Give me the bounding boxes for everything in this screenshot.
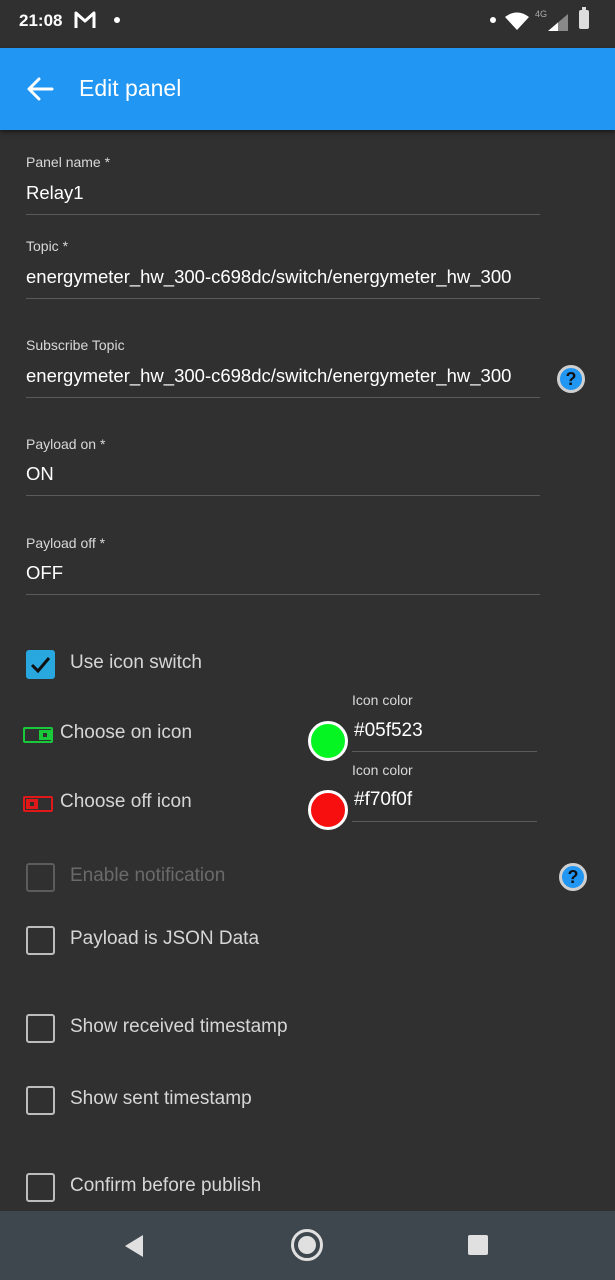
panel-name-field[interactable]: Panel name * Relay1 [26, 150, 540, 215]
subscribe-topic-value[interactable]: energymeter_hw_300-c698dc/switch/energym… [26, 365, 538, 387]
payload-on-field[interactable]: Payload on * ON [26, 432, 540, 496]
show-sent-timestamp-label: Show sent timestamp [70, 1088, 252, 1109]
recents-square-icon[interactable] [467, 1234, 489, 1256]
subscribe-topic-field[interactable]: Subscribe Topic energymeter_hw_300-c698d… [26, 333, 540, 398]
app-bar: Edit panel [0, 48, 615, 130]
payload-off-field[interactable]: Payload off * OFF [26, 531, 540, 595]
page-title: Edit panel [79, 75, 182, 101]
use-icon-switch-label: Use icon switch [70, 652, 202, 673]
switch-off-icon [23, 796, 53, 812]
choose-on-icon-label[interactable]: Choose on icon [60, 722, 192, 744]
payload-off-label: Payload off * [26, 535, 106, 551]
on-icon-color-field[interactable]: Icon color #05f523 [352, 690, 537, 752]
notification-help-icon[interactable]: ? [559, 863, 587, 891]
payload-off-value[interactable]: OFF [26, 562, 538, 584]
payload-on-value[interactable]: ON [26, 463, 538, 485]
choose-off-icon-label[interactable]: Choose off icon [60, 791, 192, 813]
network-type-label: 4G [535, 9, 548, 19]
signal-icon [548, 14, 568, 31]
on-icon-color-value[interactable]: #05f523 [354, 720, 423, 742]
wifi-icon [505, 12, 529, 30]
status-time: 21:08 [19, 11, 63, 30]
topic-field[interactable]: Topic * energymeter_hw_300-c698dc/switch… [26, 234, 540, 299]
system-nav-bar [0, 1211, 615, 1280]
status-bar: 21:08 4G [0, 0, 615, 48]
battery-icon [579, 10, 589, 29]
confirm-before-publish-label: Confirm before publish [70, 1175, 262, 1196]
back-triangle-icon[interactable] [123, 1234, 145, 1258]
confirm-before-publish-checkbox[interactable] [26, 1173, 55, 1202]
use-icon-switch-checkbox[interactable] [26, 650, 55, 679]
notification-dot-icon [114, 17, 120, 23]
on-color-swatch[interactable] [308, 721, 348, 761]
notification-dot-icon [490, 17, 496, 23]
enable-notification-checkbox[interactable] [26, 863, 55, 892]
switch-on-icon [23, 727, 53, 743]
panel-name-value[interactable]: Relay1 [26, 182, 538, 204]
show-received-timestamp-checkbox[interactable] [26, 1014, 55, 1043]
topic-label: Topic * [26, 238, 69, 254]
enable-notification-label: Enable notification [70, 865, 226, 886]
gmail-icon [74, 11, 96, 28]
payload-on-label: Payload on * [26, 436, 106, 452]
arrow-left-icon[interactable] [26, 76, 54, 102]
topic-value[interactable]: energymeter_hw_300-c698dc/switch/energym… [26, 266, 538, 288]
subscribe-topic-help-icon[interactable]: ? [557, 365, 585, 393]
panel-name-label: Panel name * [26, 154, 111, 170]
show-sent-timestamp-checkbox[interactable] [26, 1086, 55, 1115]
checkmark-icon [30, 657, 51, 674]
off-icon-color-label: Icon color [352, 762, 413, 778]
payload-json-checkbox[interactable] [26, 926, 55, 955]
on-icon-color-label: Icon color [352, 692, 413, 708]
payload-json-label: Payload is JSON Data [70, 928, 260, 949]
subscribe-topic-label: Subscribe Topic [26, 337, 125, 353]
off-icon-color-field[interactable]: Icon color #f70f0f [352, 760, 537, 822]
home-circle-icon[interactable] [290, 1228, 324, 1262]
off-color-swatch[interactable] [308, 790, 348, 830]
off-icon-color-value[interactable]: #f70f0f [354, 789, 412, 811]
show-received-timestamp-label: Show received timestamp [70, 1016, 288, 1037]
